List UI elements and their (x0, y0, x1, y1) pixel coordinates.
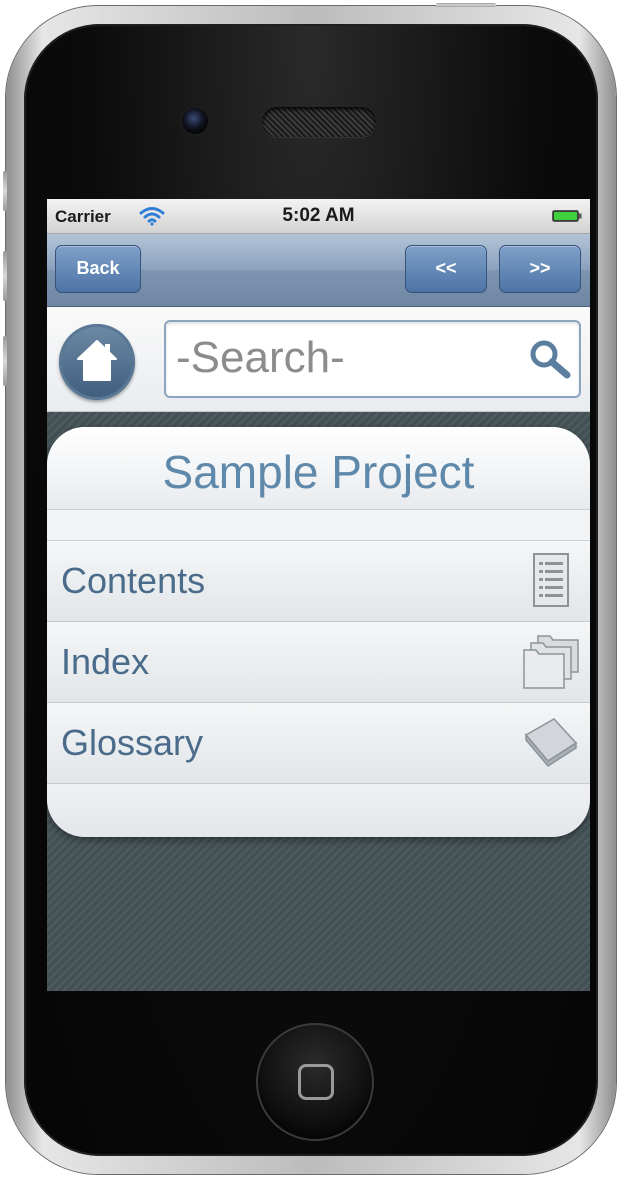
menu-item-label: Contents (61, 560, 206, 601)
mute-switch (3, 171, 7, 211)
device-home-button[interactable] (256, 1023, 374, 1141)
menu-item-glossary[interactable]: Glossary (47, 703, 590, 784)
search-icon[interactable] (527, 337, 571, 381)
menu-item-index[interactable]: Index (47, 622, 590, 703)
search-input[interactable] (176, 328, 506, 388)
next-page-button[interactable]: >> (499, 245, 581, 293)
panel-divider (47, 510, 590, 541)
back-button[interactable]: Back (55, 245, 141, 293)
battery-icon (552, 210, 582, 222)
earpiece-speaker (262, 107, 376, 137)
stacked-folders-icon (523, 635, 579, 689)
volume-up-button (3, 251, 7, 301)
search-toolbar (47, 307, 590, 412)
volume-down-button (3, 336, 7, 386)
previous-page-button[interactable]: << (405, 245, 487, 293)
panel-footer (47, 784, 590, 837)
book-icon (524, 718, 578, 767)
menu-item-contents[interactable]: Contents (47, 541, 590, 622)
home-square-icon (298, 1064, 334, 1100)
home-icon[interactable] (59, 324, 135, 400)
navigation-bar: Back << >> (47, 234, 590, 307)
front-camera (182, 108, 208, 134)
menu-item-label: Index (61, 641, 150, 682)
search-field[interactable] (164, 320, 581, 398)
list-document-icon (533, 553, 569, 607)
project-title: Sample Project (47, 427, 590, 510)
project-panel: Sample Project Contents Index Glossary (47, 427, 590, 837)
menu-item-label: Glossary (61, 722, 204, 763)
status-time: 5:02 AM (282, 205, 355, 226)
app-screen: Carrier 5:02 AM Back << >> -Search- Samp… (47, 199, 590, 991)
house-icon (77, 340, 117, 381)
sleep-button (436, 3, 496, 7)
status-bar: Carrier 5:02 AM (47, 199, 590, 234)
